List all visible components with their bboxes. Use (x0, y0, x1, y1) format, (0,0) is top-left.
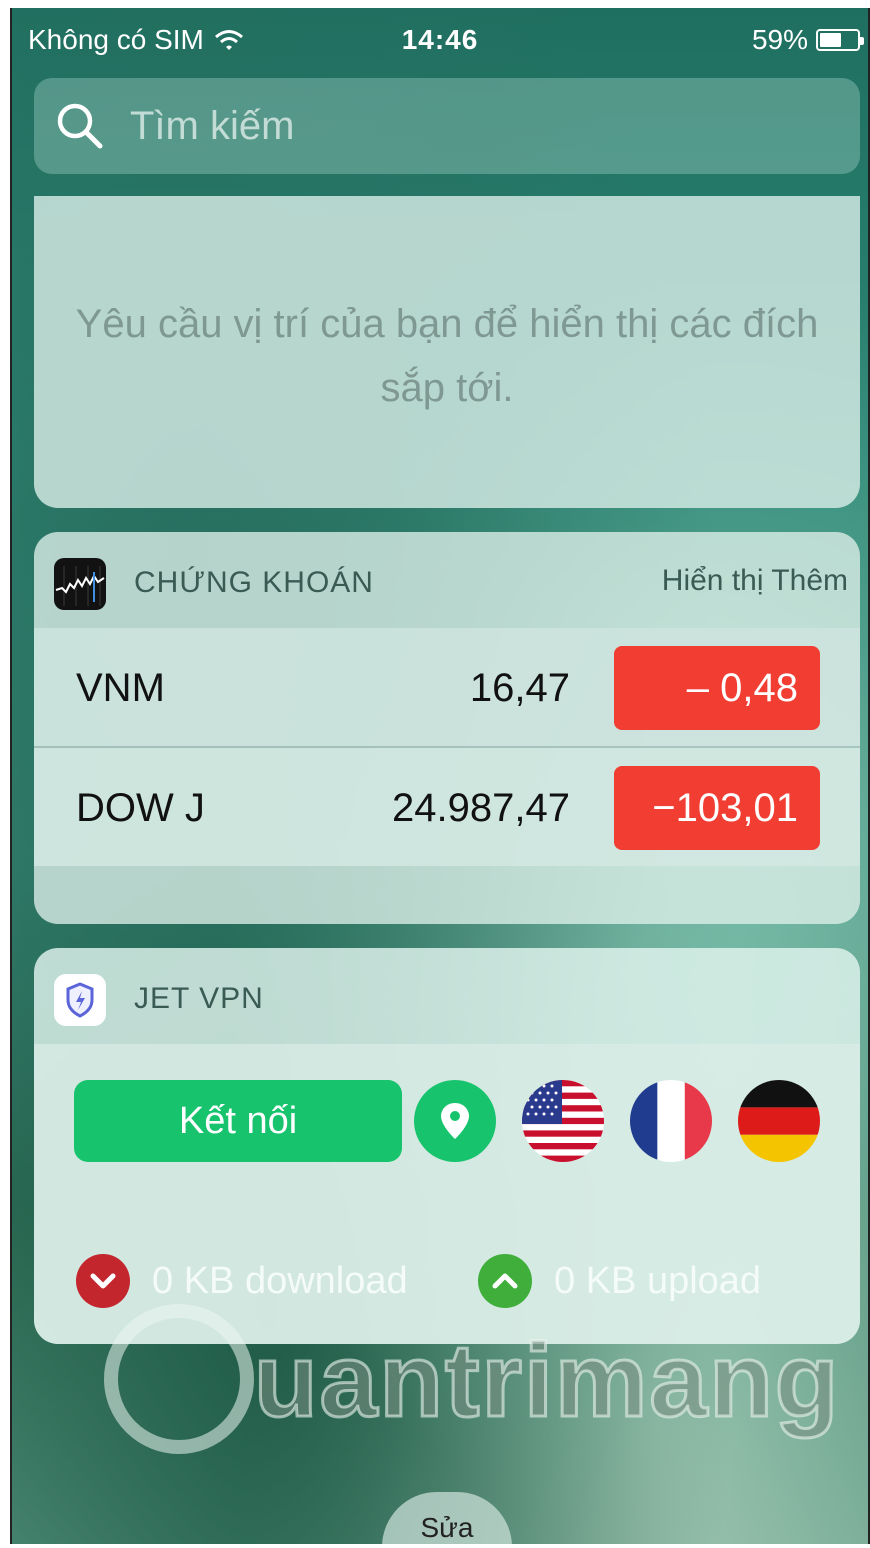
stocks-widget-title: CHỨNG KHOÁN (134, 566, 374, 599)
battery-percent: 59% (751, 24, 808, 55)
battery-fill (820, 33, 842, 47)
jet-vpn-app-icon (54, 974, 106, 1026)
download-stat: 0 KB download (76, 1254, 408, 1308)
stocks-chart-icon (55, 566, 105, 606)
search-icon (57, 103, 103, 149)
watermark: uantrimang (104, 1304, 840, 1454)
stocks-widget-header: CHỨNG KHOÁN Hiển thị Thêm (34, 532, 860, 628)
vpn-widget: JET VPN Kết nối 0 KB download 0 KB uploa… (34, 948, 860, 1344)
status-bar: Không có SIM 14:46 59% (12, 8, 868, 70)
germany-flag-button[interactable] (738, 1080, 820, 1162)
battery-icon (816, 29, 864, 51)
shield-icon (66, 982, 94, 1018)
stock-change-badge[interactable]: −103,01 (614, 766, 820, 850)
vpn-widget-body: Kết nối 0 KB download 0 KB upload (34, 1044, 860, 1344)
stocks-app-icon (54, 558, 106, 610)
connect-button[interactable]: Kết nối (74, 1080, 402, 1162)
us-flag-icon (522, 1080, 604, 1162)
notification-center: Không có SIM 14:46 59% Yêu cầu vị trí củ… (10, 8, 870, 1544)
chevron-up-icon (492, 1273, 518, 1289)
chevron-down-icon (90, 1273, 116, 1289)
location-pin-button[interactable] (414, 1080, 496, 1162)
france-flag-button[interactable] (630, 1080, 712, 1162)
show-more-link[interactable]: Hiển thị Thêm (662, 564, 848, 598)
stock-symbol: VNM (76, 666, 165, 710)
location-message: Yêu cầu vị trí của bạn để hiển thị các đ… (75, 302, 819, 410)
location-widget: Yêu cầu vị trí của bạn để hiển thị các đ… (34, 196, 860, 508)
us-flag-button[interactable] (522, 1080, 604, 1162)
upload-label: 0 KB upload (554, 1259, 762, 1302)
watermark-bulb-icon (104, 1304, 254, 1454)
download-label: 0 KB download (152, 1259, 408, 1302)
watermark-text: uantrimang (252, 1322, 841, 1441)
download-icon (76, 1254, 130, 1308)
stock-price: 16,47 (469, 666, 570, 710)
status-right: 59% (751, 24, 864, 56)
stock-price: 24.987,47 (392, 786, 570, 830)
location-pin-icon (441, 1103, 469, 1139)
vpn-widget-header: JET VPN (34, 948, 860, 1044)
upload-stat: 0 KB upload (478, 1254, 761, 1308)
stocks-widget: CHỨNG KHOÁN Hiển thị Thêm VNM 16,47 – 0,… (34, 532, 860, 924)
search-bar[interactable] (34, 78, 860, 174)
vpn-widget-title: JET VPN (134, 982, 264, 1015)
france-flag-icon (630, 1080, 712, 1162)
stock-row-vnm[interactable]: VNM 16,47 – 0,48 (34, 628, 860, 746)
clock: 14:46 (401, 24, 479, 55)
edit-button[interactable]: Sửa (382, 1492, 512, 1544)
search-input[interactable] (128, 102, 832, 150)
stock-change-badge[interactable]: – 0,48 (614, 646, 820, 730)
germany-flag-icon (738, 1080, 820, 1162)
battery-tip (860, 37, 864, 45)
upload-icon (478, 1254, 532, 1308)
stock-row-dowj[interactable]: DOW J 24.987,47 −103,01 (34, 748, 860, 866)
stock-symbol: DOW J (76, 786, 205, 830)
